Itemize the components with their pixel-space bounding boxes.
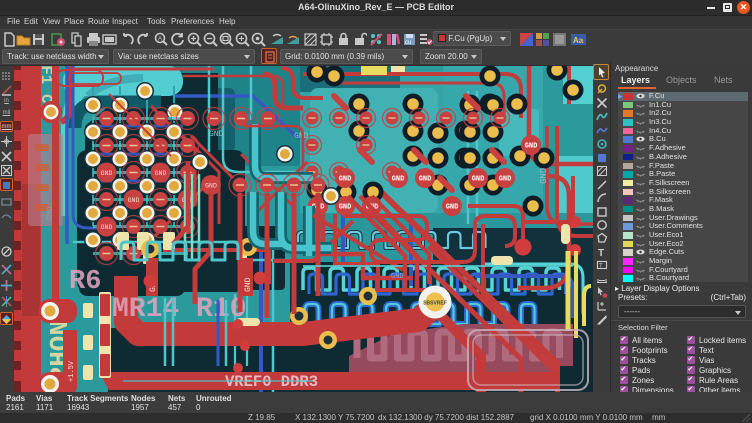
svg-text:GND: GND: [419, 176, 432, 184]
svg-text:GND: GND: [391, 273, 404, 281]
svg-text:R6: R6: [69, 267, 101, 297]
svg-text:A: A: [158, 37, 162, 43]
svg-text:GND: GND: [446, 204, 459, 212]
svg-text:GND: GND: [339, 176, 352, 184]
svg-text:GND: GND: [155, 170, 167, 177]
svg-text:GND: GND: [101, 224, 113, 231]
svg-text:GND: GND: [392, 176, 405, 184]
svg-text:cu: cu: [405, 40, 411, 46]
svg-text:T: T: [599, 264, 603, 270]
svg-text:GND: GND: [244, 277, 253, 292]
svg-text:GND: GND: [472, 176, 485, 184]
svg-text:GND: GND: [205, 183, 217, 190]
svg-text:GND: GND: [101, 170, 113, 177]
svg-text:+1.5V: +1.5V: [68, 360, 76, 382]
svg-text:GND: GND: [209, 130, 224, 139]
svg-text:GND: GND: [294, 132, 309, 141]
svg-text:SBSVREF: SBSVREF: [423, 301, 447, 307]
svg-text:GND: GND: [525, 143, 538, 151]
svg-text:GND: GND: [128, 197, 140, 204]
svg-text:Aa: Aa: [573, 36, 584, 45]
svg-text:GND: GND: [539, 168, 549, 184]
svg-text:GND: GND: [339, 204, 352, 212]
svg-text:T: T: [598, 248, 604, 258]
svg-text:GND: GND: [499, 176, 512, 184]
